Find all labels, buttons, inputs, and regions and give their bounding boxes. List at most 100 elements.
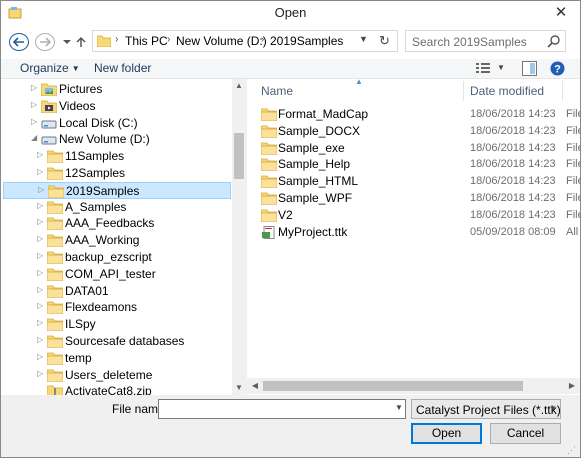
expand-arrow-icon[interactable]: ▷ xyxy=(37,301,43,310)
breadcrumb-new-volume[interactable]: New Volume (D:) xyxy=(176,34,267,48)
tree-item[interactable]: ▷ Sourcesafe databases xyxy=(3,333,231,350)
file-name-dropdown-icon[interactable]: ▼ xyxy=(395,403,403,412)
address-bar[interactable]: › This PC › New Volume (D:) › 2019Sample… xyxy=(92,30,398,52)
tree-item-label: Local Disk (C:) xyxy=(59,115,138,130)
file-date: 18/06/2018 14:23 xyxy=(470,175,556,188)
expand-arrow-icon[interactable]: ▷ xyxy=(37,268,43,277)
expand-arrow-icon[interactable]: ▷ xyxy=(37,150,43,159)
tree-item[interactable]: ▷ 12Samples xyxy=(3,165,231,182)
tree-item[interactable]: ▷ Pictures xyxy=(3,81,231,98)
breadcrumb-separator: › xyxy=(115,34,119,45)
tree-item[interactable]: ▷ 11Samples xyxy=(3,148,231,165)
search-placeholder: Search 2019Samples xyxy=(412,35,527,49)
file-list-scrollbar[interactable]: ◀ ▶ xyxy=(247,378,580,394)
file-list-item[interactable]: MyProject.ttk 05/09/2018 08:09 All xyxy=(261,224,580,241)
expand-arrow-icon[interactable]: ▷ xyxy=(37,217,43,226)
scroll-up-icon[interactable]: ▲ xyxy=(232,79,246,93)
file-list-item[interactable]: Sample_WPF 18/06/2018 14:23 File xyxy=(261,190,580,207)
open-button[interactable]: Open xyxy=(411,423,482,444)
breadcrumb-this-pc[interactable]: This PC xyxy=(125,34,168,48)
file-name-input[interactable] xyxy=(158,399,406,419)
expand-arrow-icon[interactable]: ▷ xyxy=(37,251,43,260)
file-type: File xyxy=(566,158,580,171)
tree-item[interactable]: ▷ DATA01 xyxy=(3,283,231,300)
tree-item-label: ActivateCat8.zip xyxy=(65,384,152,395)
file-type: File xyxy=(566,141,580,154)
cancel-button[interactable]: Cancel xyxy=(490,423,561,444)
resize-grip-icon[interactable]: ⋰ xyxy=(567,445,576,456)
file-list-item[interactable]: V2 18/06/2018 14:23 File xyxy=(261,207,580,224)
expand-arrow-icon[interactable]: ▷ xyxy=(37,234,43,243)
search-box[interactable]: Search 2019Samples xyxy=(405,30,566,52)
tree-item[interactable]: ▷ COM_API_tester xyxy=(3,266,231,283)
column-header-date[interactable]: Date modified xyxy=(470,84,544,98)
organize-menu[interactable]: Organize ▼ xyxy=(20,61,80,75)
chevron-down-icon: ▼ xyxy=(549,404,557,413)
tree-item[interactable]: ▷ backup_ezscript xyxy=(3,249,231,266)
column-divider[interactable] xyxy=(562,81,563,101)
forward-button[interactable] xyxy=(35,33,55,51)
file-list-pane: ▲ Name Date modified ◀ ▶ Format_MadCap 18… xyxy=(247,79,580,395)
expand-arrow-icon[interactable]: ▷ xyxy=(37,285,43,294)
tree-item[interactable]: ▷ temp xyxy=(3,350,231,367)
file-list-item[interactable]: Sample_exe 18/06/2018 14:23 File xyxy=(261,140,580,157)
tree-item[interactable]: ▷ Videos xyxy=(3,98,231,115)
expand-arrow-icon[interactable]: ▷ xyxy=(37,369,43,378)
expand-arrow-icon[interactable]: ▷ xyxy=(37,318,43,327)
tree-item[interactable]: ▷ Users_deleteme xyxy=(3,367,231,384)
scrollbar-thumb[interactable] xyxy=(263,381,523,391)
scroll-right-icon[interactable]: ▶ xyxy=(564,378,580,394)
address-dropdown-icon[interactable]: ▼ xyxy=(359,34,368,44)
back-button[interactable] xyxy=(9,33,29,51)
file-list-item[interactable]: Sample_Help 18/06/2018 14:23 File xyxy=(261,156,580,173)
tree-item-label: Flexdeamons xyxy=(65,300,138,315)
file-list-item[interactable]: Sample_DOCX 18/06/2018 14:23 File xyxy=(261,123,580,140)
scrollbar-thumb[interactable] xyxy=(234,133,244,179)
column-divider[interactable] xyxy=(463,81,464,101)
expand-arrow-icon[interactable]: ▷ xyxy=(31,117,37,126)
expand-arrow-icon[interactable]: ▷ xyxy=(37,335,43,344)
tree-item[interactable]: ▷ A_Samples xyxy=(3,199,231,216)
breadcrumb-separator: › xyxy=(261,34,265,45)
close-button[interactable]: ✕ xyxy=(549,4,573,22)
search-icon[interactable] xyxy=(547,34,561,48)
expand-arrow-icon[interactable]: ▷ xyxy=(37,167,43,176)
tree-item[interactable]: ▷ Local Disk (C:) xyxy=(3,115,231,132)
up-arrow-icon xyxy=(76,36,86,47)
folder-icon xyxy=(47,217,63,231)
tree-item-label: AAA_Feedbacks xyxy=(65,216,155,231)
expand-arrow-icon[interactable]: ▷ xyxy=(37,201,43,210)
file-list-item[interactable]: Sample_HTML 18/06/2018 14:23 File xyxy=(261,173,580,190)
column-header-name[interactable]: Name xyxy=(261,84,293,98)
tree-item-label: 12Samples xyxy=(65,166,126,180)
expanded-arrow-icon[interactable]: ◢ xyxy=(31,133,37,142)
breadcrumb-2019samples[interactable]: 2019Samples xyxy=(270,34,343,48)
tree-item[interactable]: ▷ 2019Samples xyxy=(3,181,231,199)
expand-arrow-icon[interactable]: ▷ xyxy=(38,185,44,194)
scroll-left-icon[interactable]: ◀ xyxy=(247,378,263,394)
file-list-item[interactable]: Format_MadCap 18/06/2018 14:23 File xyxy=(261,106,580,123)
expand-arrow-icon[interactable]: ▷ xyxy=(37,352,43,361)
tree-item[interactable]: ◢ New Volume (D:) xyxy=(3,131,231,148)
up-button[interactable] xyxy=(71,33,91,51)
tree-item-label: A_Samples xyxy=(65,199,127,214)
file-name: Sample_HTML xyxy=(278,174,359,189)
help-icon[interactable]: ? xyxy=(550,61,565,76)
drive-icon xyxy=(41,120,57,129)
expand-arrow-icon[interactable]: ▷ xyxy=(31,100,37,109)
view-options-icon[interactable] xyxy=(476,62,492,75)
view-dropdown-icon[interactable]: ▼ xyxy=(497,63,505,72)
expand-arrow-icon[interactable]: ▷ xyxy=(31,83,37,92)
file-type-select[interactable]: Catalyst Project Files (*.ttk) ▼ xyxy=(411,399,561,419)
tree-item[interactable]: ActivateCat8.zip xyxy=(3,383,231,395)
tree-item[interactable]: ▷ AAA_Feedbacks xyxy=(3,215,231,232)
tree-item[interactable]: ▷ AAA_Working xyxy=(3,232,231,249)
tree-item[interactable]: ▷ Flexdeamons xyxy=(3,299,231,316)
scroll-down-icon[interactable]: ▼ xyxy=(232,381,246,395)
new-folder-button[interactable]: New folder xyxy=(94,61,151,75)
tree-item[interactable]: ▷ ILSpy xyxy=(3,316,231,333)
navigation-pane-scrollbar[interactable]: ▲ ▼ xyxy=(232,79,246,395)
preview-pane-icon[interactable] xyxy=(522,61,537,76)
file-name: Sample_exe xyxy=(278,140,345,155)
refresh-icon[interactable]: ↻ xyxy=(379,33,390,49)
